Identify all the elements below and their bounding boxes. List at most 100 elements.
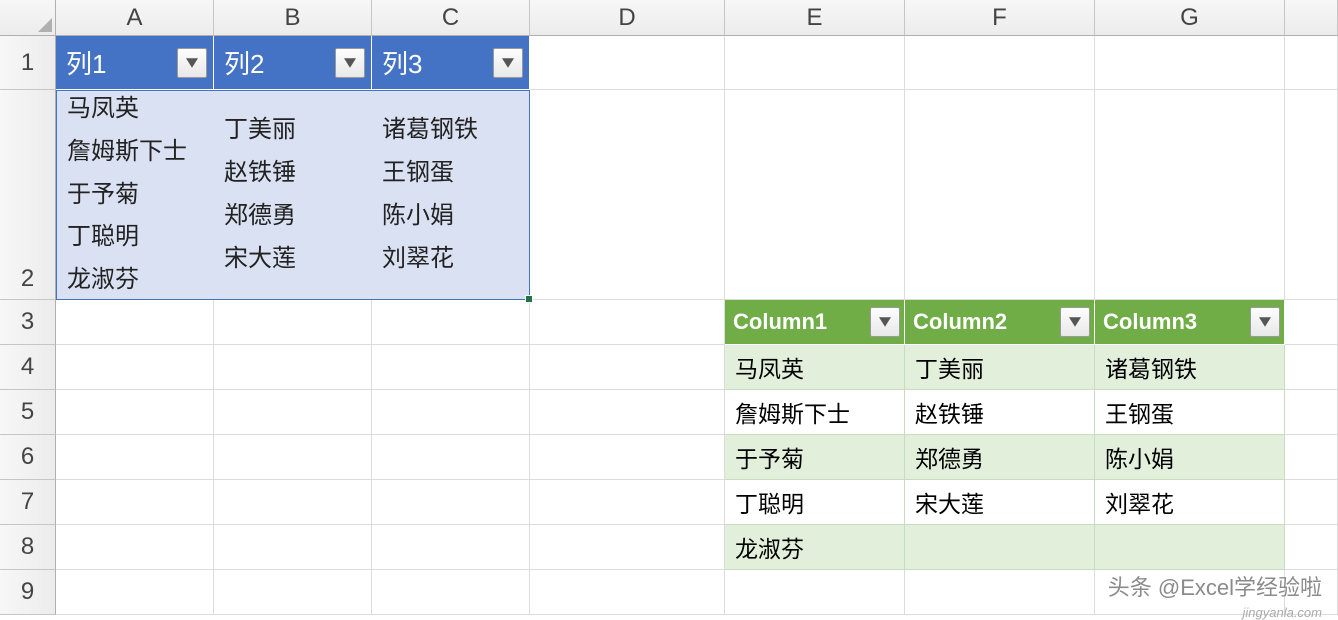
table2-header-col1[interactable]: Column1: [725, 300, 905, 345]
row-header-8[interactable]: 8: [0, 525, 56, 570]
cell-D2[interactable]: [530, 90, 725, 300]
cell-B2[interactable]: 丁美丽 赵铁锤 郑德勇 宋大莲: [214, 90, 372, 300]
filter-dropdown-icon[interactable]: [493, 48, 523, 78]
table1-header-col3[interactable]: 列3: [372, 36, 530, 90]
cell-E7[interactable]: 丁聪明: [725, 480, 905, 525]
cell-A6[interactable]: [56, 435, 214, 480]
cell-D5[interactable]: [530, 390, 725, 435]
cell-F7[interactable]: 宋大莲: [905, 480, 1095, 525]
row-header-3[interactable]: 3: [0, 300, 56, 345]
cell-C9[interactable]: [372, 570, 530, 615]
cell-B6[interactable]: [214, 435, 372, 480]
filter-dropdown-icon[interactable]: [177, 48, 207, 78]
cell-A7[interactable]: [56, 480, 214, 525]
cell-overflow-7[interactable]: [1285, 480, 1338, 525]
col-header-C[interactable]: C: [372, 0, 530, 36]
cell-text: 刘翠花: [1105, 485, 1174, 519]
cell-A5[interactable]: [56, 390, 214, 435]
table1-header-col1[interactable]: 列1: [56, 36, 214, 90]
cell-E8[interactable]: 龙淑芬: [725, 525, 905, 570]
cell-C5[interactable]: [372, 390, 530, 435]
cell-C2[interactable]: 诸葛钢铁 王钢蛋 陈小娟 刘翠花: [372, 90, 530, 300]
cell-overflow-5[interactable]: [1285, 390, 1338, 435]
cell-A2[interactable]: 马凤英 詹姆斯下士 于予菊 丁聪明 龙淑芬: [56, 90, 214, 300]
col-header-A[interactable]: A: [56, 0, 214, 36]
cell-A4[interactable]: [56, 345, 214, 390]
filter-dropdown-icon[interactable]: [1060, 307, 1090, 337]
watermark-text: 头条 @Excel学经验啦: [1108, 570, 1322, 602]
cell-C6[interactable]: [372, 435, 530, 480]
watermark-site: jingyanla.com: [1243, 605, 1323, 620]
cell-D8[interactable]: [530, 525, 725, 570]
cell-F8[interactable]: [905, 525, 1095, 570]
cell-D1[interactable]: [530, 36, 725, 90]
cell-C7[interactable]: [372, 480, 530, 525]
row-header-6[interactable]: 6: [0, 435, 56, 480]
col-header-F[interactable]: F: [905, 0, 1095, 36]
cell-D6[interactable]: [530, 435, 725, 480]
row-header-9[interactable]: 9: [0, 570, 56, 615]
col-header-E[interactable]: E: [725, 0, 905, 36]
cell-G2[interactable]: [1095, 90, 1285, 300]
cell-D9[interactable]: [530, 570, 725, 615]
cell-A9[interactable]: [56, 570, 214, 615]
row-header-7[interactable]: 7: [0, 480, 56, 525]
cell-C4[interactable]: [372, 345, 530, 390]
cell-overflow-3[interactable]: [1285, 300, 1338, 345]
cell-D3[interactable]: [530, 300, 725, 345]
cell-G7[interactable]: 刘翠花: [1095, 480, 1285, 525]
cell-G6[interactable]: 陈小娟: [1095, 435, 1285, 480]
selection-handle[interactable]: [525, 295, 533, 303]
cell-text: 丁美丽: [224, 110, 362, 151]
cell-overflow-2[interactable]: [1285, 90, 1338, 300]
select-all-corner[interactable]: [0, 0, 56, 36]
cell-F2[interactable]: [905, 90, 1095, 300]
cell-F6[interactable]: 郑德勇: [905, 435, 1095, 480]
cell-E5[interactable]: 詹姆斯下士: [725, 390, 905, 435]
cell-F9[interactable]: [905, 570, 1095, 615]
cell-G5[interactable]: 王钢蛋: [1095, 390, 1285, 435]
filter-dropdown-icon[interactable]: [335, 48, 365, 78]
row-header-5[interactable]: 5: [0, 390, 56, 435]
cell-overflow-6[interactable]: [1285, 435, 1338, 480]
table2-header-col3[interactable]: Column3: [1095, 300, 1285, 345]
cell-B5[interactable]: [214, 390, 372, 435]
cell-F5[interactable]: 赵铁锤: [905, 390, 1095, 435]
cell-B8[interactable]: [214, 525, 372, 570]
cell-A8[interactable]: [56, 525, 214, 570]
table1-header-col2[interactable]: 列2: [214, 36, 372, 90]
cell-F4[interactable]: 丁美丽: [905, 345, 1095, 390]
cell-C3[interactable]: [372, 300, 530, 345]
cell-E6[interactable]: 于予菊: [725, 435, 905, 480]
filter-dropdown-icon[interactable]: [870, 307, 900, 337]
cell-E2[interactable]: [725, 90, 905, 300]
cell-text: 诸葛钢铁: [382, 110, 519, 151]
row-header-2[interactable]: 2: [0, 90, 56, 300]
col-header-overflow[interactable]: [1285, 0, 1338, 36]
cell-F1[interactable]: [905, 36, 1095, 90]
cell-B9[interactable]: [214, 570, 372, 615]
cell-G1[interactable]: [1095, 36, 1285, 90]
cell-G8[interactable]: [1095, 525, 1285, 570]
cell-E4[interactable]: 马凤英: [725, 345, 905, 390]
cell-D4[interactable]: [530, 345, 725, 390]
cell-overflow-8[interactable]: [1285, 525, 1338, 570]
cell-B4[interactable]: [214, 345, 372, 390]
cell-E1[interactable]: [725, 36, 905, 90]
cell-A3[interactable]: [56, 300, 214, 345]
row-header-4[interactable]: 4: [0, 345, 56, 390]
cell-overflow-4[interactable]: [1285, 345, 1338, 390]
col-header-B[interactable]: B: [214, 0, 372, 36]
cell-B7[interactable]: [214, 480, 372, 525]
cell-E9[interactable]: [725, 570, 905, 615]
cell-G4[interactable]: 诸葛钢铁: [1095, 345, 1285, 390]
cell-overflow-1[interactable]: [1285, 36, 1338, 90]
cell-C8[interactable]: [372, 525, 530, 570]
cell-D7[interactable]: [530, 480, 725, 525]
col-header-G[interactable]: G: [1095, 0, 1285, 36]
filter-dropdown-icon[interactable]: [1250, 307, 1280, 337]
table2-header-col2[interactable]: Column2: [905, 300, 1095, 345]
row-header-1[interactable]: 1: [0, 36, 56, 90]
col-header-D[interactable]: D: [530, 0, 725, 36]
cell-B3[interactable]: [214, 300, 372, 345]
